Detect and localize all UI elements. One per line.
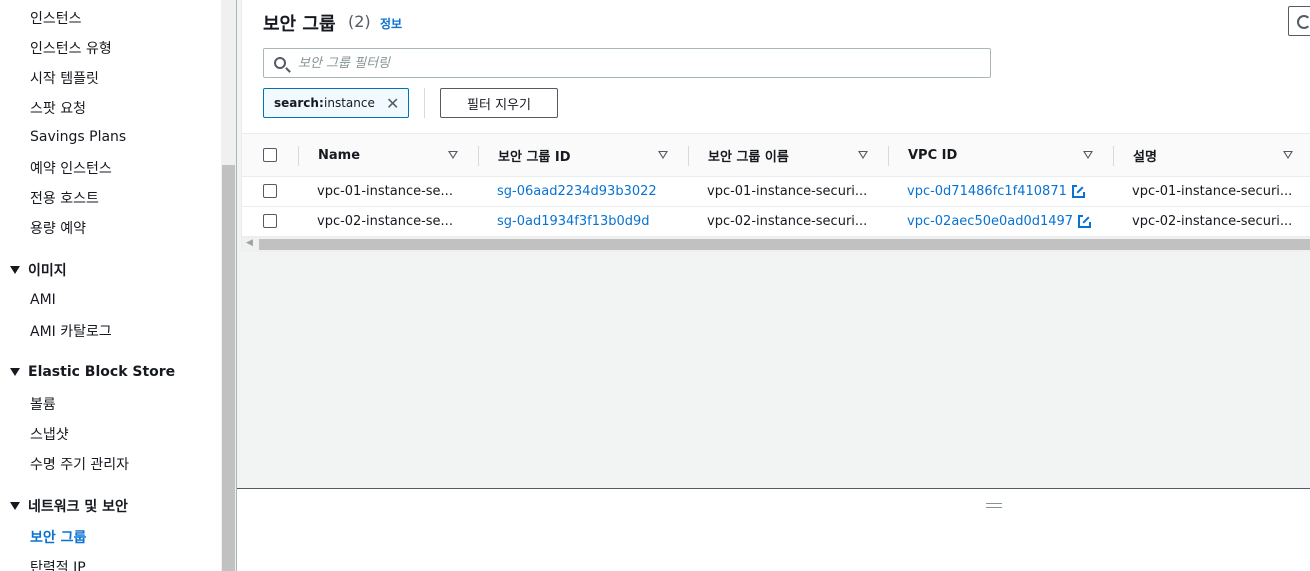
sidebar-item-ami-catalog[interactable]: AMI 카탈로그 bbox=[30, 321, 112, 341]
filter-token-key: search: bbox=[274, 96, 324, 110]
sidebar-section-label: 네트워크 및 보안 bbox=[28, 499, 128, 515]
split-panel bbox=[237, 488, 1310, 571]
table-row[interactable]: vpc-02-instance-se... sg-0ad1934f3f13b0d… bbox=[242, 207, 1310, 237]
sidebar-scrollbar-thumb[interactable] bbox=[222, 165, 235, 571]
security-groups-card: 보안 그룹 (2) 정보 search: instance ✕ 필터 지우기 N… bbox=[241, 0, 1310, 252]
filter-token-value: instance bbox=[324, 96, 375, 110]
column-divider bbox=[478, 146, 479, 166]
refresh-button[interactable] bbox=[1288, 6, 1310, 36]
row-checkbox[interactable] bbox=[263, 184, 277, 198]
cell-name: vpc-01-instance-se... bbox=[317, 184, 453, 199]
refresh-icon bbox=[1297, 15, 1310, 29]
sort-icon[interactable] bbox=[858, 151, 868, 159]
sidebar-section-network-security[interactable]: 네트워크 및 보안 bbox=[10, 496, 128, 516]
sidebar-item-savings-plans[interactable]: Savings Plans bbox=[30, 129, 126, 145]
sort-icon[interactable] bbox=[658, 151, 668, 159]
cell-sg-id-link[interactable]: sg-06aad2234d93b3022 bbox=[497, 184, 667, 199]
sidebar-section-label: Elastic Block Store bbox=[28, 364, 176, 380]
caret-down-icon bbox=[10, 368, 20, 376]
cell-description: vpc-02-instance-securi... bbox=[1132, 214, 1293, 229]
cell-sg-name: vpc-01-instance-securi... bbox=[707, 184, 868, 199]
select-all-checkbox[interactable] bbox=[263, 148, 277, 162]
search-input[interactable] bbox=[298, 54, 978, 72]
sidebar-scrollbar[interactable] bbox=[221, 0, 236, 571]
sidebar-item-capacity-reservations[interactable]: 용량 예약 bbox=[30, 218, 86, 238]
sidebar-item-instance-types[interactable]: 인스턴스 유형 bbox=[30, 38, 112, 58]
sidebar-item-elastic-ips[interactable]: 탄력적 IP bbox=[30, 557, 86, 571]
sidebar-item-dedicated-hosts[interactable]: 전용 호스트 bbox=[30, 188, 99, 208]
row-checkbox[interactable] bbox=[263, 214, 277, 228]
cell-name: vpc-02-instance-se... bbox=[317, 214, 453, 229]
sort-icon[interactable] bbox=[448, 151, 458, 159]
sidebar-item-ami[interactable]: AMI bbox=[30, 292, 56, 308]
cell-sg-id-link[interactable]: sg-0ad1934f3f13b0d9d bbox=[497, 214, 667, 229]
cell-vpc-id-link[interactable]: vpc-0d71486fc1f410871 bbox=[907, 184, 1072, 199]
table-header: Name 보안 그룹 ID 보안 그룹 이름 VPC ID 설명 bbox=[242, 133, 1310, 177]
column-divider bbox=[1113, 146, 1114, 166]
sidebar-item-launch-templates[interactable]: 시작 템플릿 bbox=[30, 68, 99, 88]
page-title: 보안 그룹 bbox=[263, 14, 336, 35]
table-row[interactable]: vpc-01-instance-se... sg-06aad2234d93b30… bbox=[242, 177, 1310, 207]
table-horizontal-scrollbar[interactable]: ◀ bbox=[242, 237, 1310, 252]
sort-icon[interactable] bbox=[1083, 151, 1093, 159]
info-link[interactable]: 정보 bbox=[380, 15, 402, 32]
column-header-name[interactable]: Name bbox=[318, 134, 360, 176]
sidebar-item-snapshots[interactable]: 스냅샷 bbox=[30, 424, 69, 444]
sidebar-section-ebs[interactable]: Elastic Block Store bbox=[10, 364, 175, 380]
sidebar-section-images[interactable]: 이미지 bbox=[10, 260, 67, 280]
sidebar-item-spot-requests[interactable]: 스팟 요청 bbox=[30, 98, 86, 118]
scroll-left-arrow-icon[interactable]: ◀ bbox=[246, 238, 253, 248]
sidebar-item-volumes[interactable]: 볼륨 bbox=[30, 394, 56, 414]
filter-token: search: instance ✕ bbox=[263, 88, 409, 118]
sort-icon[interactable] bbox=[1283, 151, 1293, 159]
cell-sg-name: vpc-02-instance-securi... bbox=[707, 214, 868, 229]
column-divider bbox=[888, 146, 889, 166]
main-content: 보안 그룹 (2) 정보 search: instance ✕ 필터 지우기 N… bbox=[237, 0, 1310, 488]
clear-filters-button[interactable]: 필터 지우기 bbox=[440, 88, 558, 118]
divider bbox=[424, 88, 425, 118]
search-icon bbox=[274, 57, 286, 69]
sidebar-section-label: 이미지 bbox=[28, 263, 67, 279]
sidebar-item-reserved-instances[interactable]: 예약 인스턴스 bbox=[30, 158, 112, 178]
column-header-description[interactable]: 설명 bbox=[1133, 134, 1157, 176]
search-box[interactable] bbox=[263, 48, 991, 78]
item-count: (2) bbox=[348, 12, 371, 31]
close-icon[interactable]: ✕ bbox=[386, 94, 399, 113]
external-link-icon[interactable] bbox=[1072, 184, 1087, 198]
column-header-sg-name[interactable]: 보안 그룹 이름 bbox=[708, 134, 789, 176]
column-header-sg-id[interactable]: 보안 그룹 ID bbox=[498, 134, 571, 176]
sidebar-item-lifecycle-manager[interactable]: 수명 주기 관리자 bbox=[30, 454, 129, 474]
column-header-vpc-id[interactable]: VPC ID bbox=[908, 134, 957, 176]
external-link-icon[interactable] bbox=[1078, 214, 1093, 228]
column-divider bbox=[688, 146, 689, 166]
cell-vpc-id-link[interactable]: vpc-02aec50e0ad0d1497 bbox=[907, 214, 1077, 229]
caret-down-icon bbox=[10, 502, 20, 510]
cell-description: vpc-01-instance-securi... bbox=[1132, 184, 1293, 199]
caret-down-icon bbox=[10, 266, 20, 274]
sidebar: 인스턴스 인스턴스 유형 시작 템플릿 스팟 요청 Savings Plans … bbox=[0, 0, 221, 571]
table-scrollbar-thumb[interactable] bbox=[259, 239, 1310, 250]
column-divider bbox=[298, 146, 299, 166]
sidebar-item-security-groups[interactable]: 보안 그룹 bbox=[30, 527, 86, 547]
resize-handle-icon[interactable] bbox=[986, 503, 1002, 508]
sidebar-item-instances[interactable]: 인스턴스 bbox=[30, 8, 82, 28]
